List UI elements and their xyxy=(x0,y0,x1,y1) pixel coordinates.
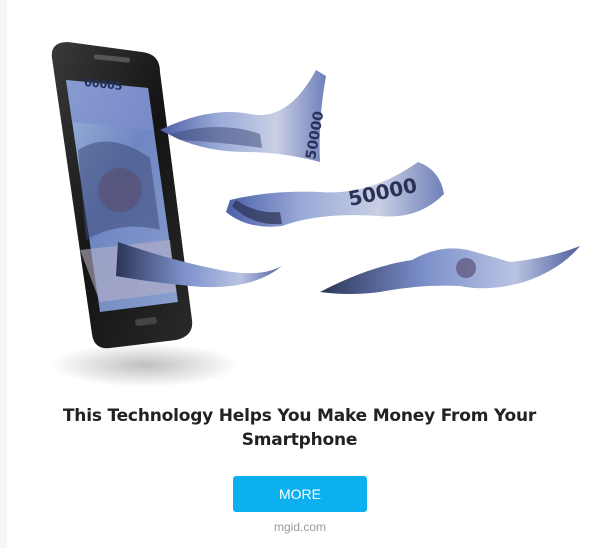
ad-source-label: mgid.com xyxy=(273,520,326,534)
more-button[interactable]: MORE xyxy=(233,476,367,512)
ad-card[interactable]: 00005 50000 50000 This Technology Helps … xyxy=(7,0,592,548)
ad-image[interactable]: 00005 50000 50000 xyxy=(20,30,592,390)
banknote-4 xyxy=(320,246,580,294)
left-border-stripe xyxy=(0,0,7,548)
ad-page: 00005 50000 50000 This Technology Helps … xyxy=(0,0,592,548)
ad-headline[interactable]: This Technology Helps You Make Money Fro… xyxy=(47,404,552,452)
phone-shadow xyxy=(50,343,240,387)
banknote-1 xyxy=(160,70,326,162)
